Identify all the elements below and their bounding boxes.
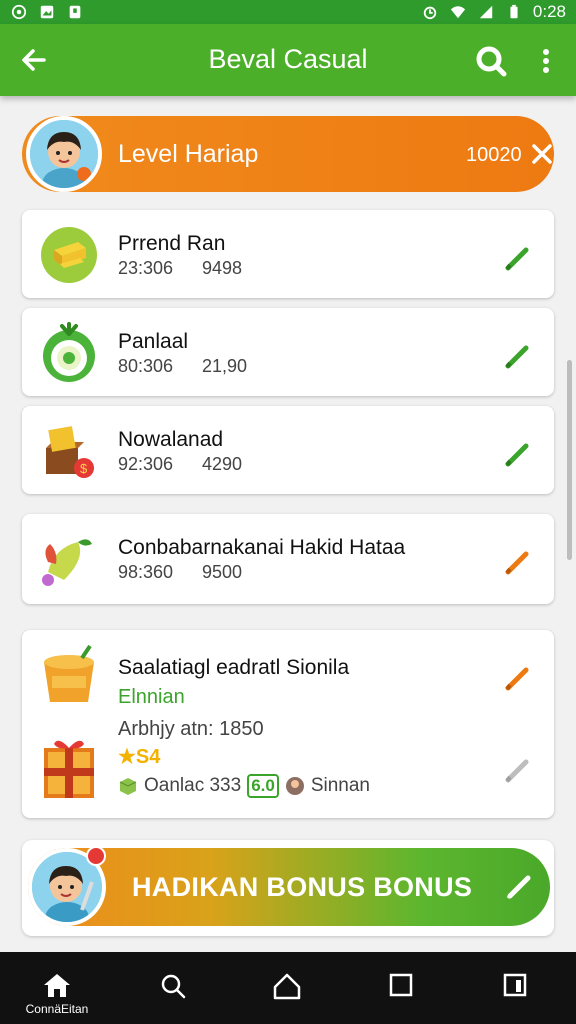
alarm-icon — [423, 6, 437, 20]
item-detail: Arbhjy atn: 1850 — [118, 718, 264, 740]
notification-icon — [69, 5, 81, 19]
wifi-icon — [450, 6, 466, 19]
vegetables-icon — [42, 539, 92, 586]
cube-icon — [119, 778, 137, 795]
nav-switch[interactable] — [470, 952, 560, 1024]
item-name: Conbabarnakanai Hakid Hataa — [118, 536, 406, 559]
item-name: Prrend Ran — [118, 232, 226, 255]
edit-pencil-icon[interactable] — [502, 242, 534, 274]
crate-coin-icon: $ — [46, 426, 94, 478]
item-stats-row: Oanlac 333 6.0 Sinnan — [118, 774, 370, 798]
edit-pencil-icon[interactable] — [502, 546, 534, 578]
back-arrow-icon[interactable] — [18, 44, 50, 76]
edit-pencil-icon[interactable] — [502, 662, 534, 694]
list-item[interactable]: Conbabarnakanai Hakid Hataa 98:360 9500 — [22, 514, 554, 604]
bonus-label: HADIKAN BONUS BONUS — [132, 872, 473, 902]
svg-text:$: $ — [80, 461, 88, 476]
person-name: Sinnan — [310, 775, 370, 796]
person-icon — [285, 777, 304, 795]
search-icon[interactable] — [474, 44, 508, 78]
item-value: 9500 — [202, 562, 243, 582]
item-value: 23:306 — [118, 258, 174, 278]
fruit-icon — [43, 322, 95, 382]
edit-pencil-icon[interactable] — [502, 340, 534, 372]
item-value: 92:306 — [118, 454, 174, 474]
item-name: Saalatiagl eadratl Sionila — [118, 656, 350, 679]
edit-pencil-icon[interactable] — [504, 870, 536, 902]
item-name: Panlaal — [118, 330, 189, 353]
search-icon — [161, 974, 186, 999]
bucket-icon — [44, 644, 94, 702]
split-screen-icon — [503, 973, 527, 997]
detail-card[interactable]: Saalatiagl eadratl Sionila Elnnian Arbhj… — [22, 630, 554, 818]
item-value: 4290 — [202, 454, 243, 474]
level-label: Level Hariap — [118, 140, 259, 168]
status-time: 0:28 — [532, 2, 566, 21]
nav-home-outline[interactable] — [242, 952, 332, 1024]
close-icon[interactable] — [530, 142, 554, 166]
more-vert-icon[interactable] — [534, 44, 558, 78]
gold-bar-icon — [41, 227, 97, 283]
stars-rating: ★S4 — [118, 746, 161, 768]
app-bar: Beval Casual — [0, 24, 576, 96]
signal-icon — [479, 5, 493, 19]
bonus-card: HADIKAN BONUS BONUS — [22, 840, 554, 936]
level-value: 10020 — [466, 144, 522, 166]
avatar — [26, 116, 102, 192]
gift-box-icon — [44, 740, 94, 798]
item-value: 98:360 — [118, 562, 174, 582]
whatsapp-icon — [11, 4, 27, 20]
image-icon — [40, 5, 54, 19]
nav-recents[interactable] — [356, 952, 446, 1024]
item-stat: Oanlac 333 — [144, 775, 242, 796]
item-value: 21,90 — [202, 356, 248, 376]
list-item[interactable]: Panlaal 80:306 21,90 — [22, 308, 554, 396]
bonus-button[interactable]: HADIKAN BONUS BONUS — [28, 846, 550, 926]
item-value: 9498 — [202, 258, 243, 278]
scrollbar[interactable] — [567, 360, 572, 560]
square-icon — [389, 973, 413, 997]
nav-search[interactable] — [128, 952, 218, 1024]
notification-badge — [86, 846, 106, 866]
nav-home[interactable]: ConnäEitan — [12, 952, 102, 1024]
score-badge: 6.0 — [247, 774, 279, 798]
list-item[interactable]: $ Nowalanad 92:306 4290 — [22, 406, 554, 494]
home-icon — [44, 974, 70, 997]
list-item[interactable]: Prrend Ran 23:306 9498 — [22, 210, 554, 298]
item-name: Nowalanad — [118, 428, 224, 451]
status-bar: 0:28 — [0, 0, 576, 24]
level-banner[interactable]: Level Hariap 10020 — [22, 116, 554, 192]
edit-pencil-icon[interactable] — [502, 438, 534, 470]
nav-home-label: ConnäEitan — [25, 1002, 89, 1016]
bottom-nav: ConnäEitan — [0, 952, 576, 1024]
edit-pencil-icon[interactable] — [502, 754, 534, 786]
battery-icon — [510, 4, 518, 19]
item-subtitle: Elnnian — [118, 686, 185, 708]
home-outline-icon — [273, 973, 301, 1000]
item-value: 80:306 — [118, 356, 174, 376]
